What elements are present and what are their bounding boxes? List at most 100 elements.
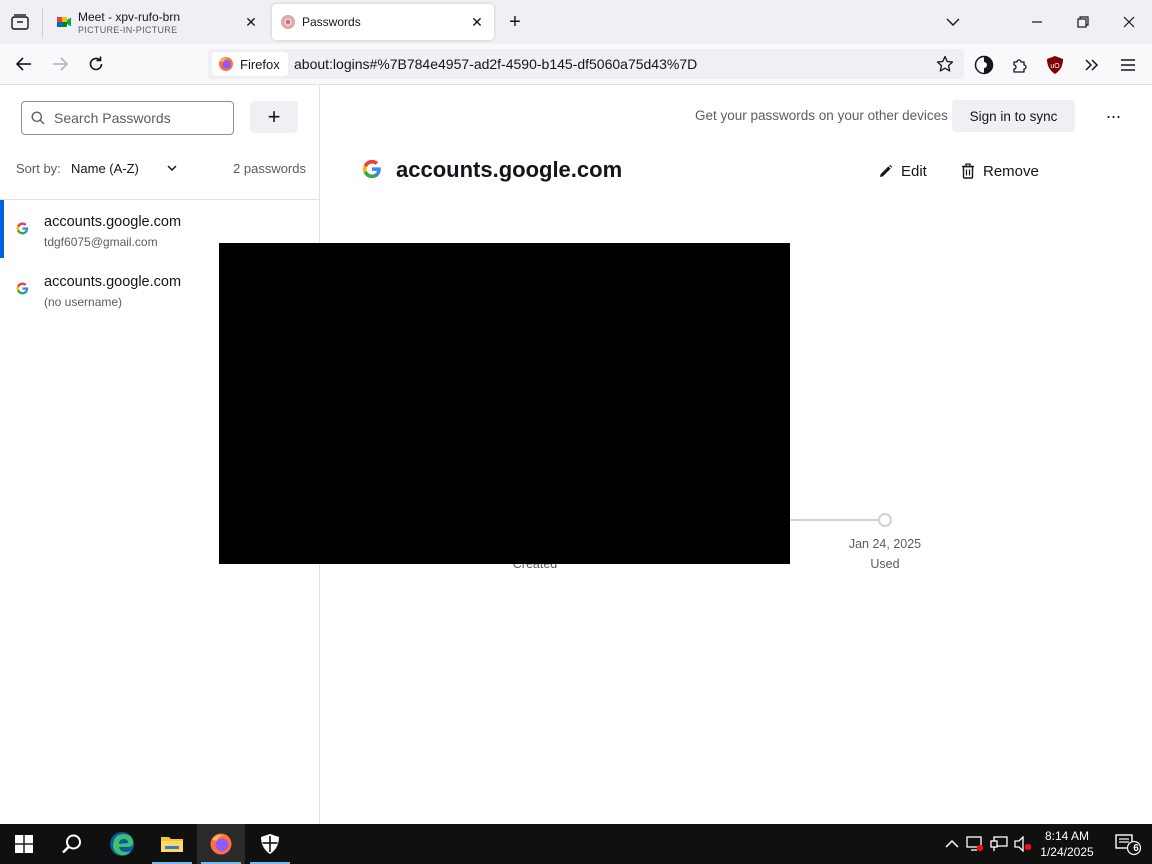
url-text[interactable]: about:logins#%7B784e4957-ad2f-4590-b145-…	[294, 56, 697, 72]
firefox-view-button[interactable]	[972, 53, 996, 77]
login-username: tdgf6075@gmail.com	[44, 235, 158, 249]
windows-logo-icon	[15, 835, 33, 853]
ublock-origin-button[interactable]: uO	[1043, 53, 1067, 77]
clock-date: 1/24/2025	[1040, 845, 1094, 859]
start-button[interactable]	[0, 824, 48, 864]
trash-icon	[962, 163, 974, 179]
pencil-icon	[880, 164, 893, 177]
windows-taskbar: 8:14 AM 1/24/2025 6	[0, 824, 1152, 864]
svg-text:uO: uO	[1050, 63, 1060, 70]
volume-icon[interactable]	[1013, 834, 1033, 854]
tab-list-chevron-icon[interactable]	[938, 8, 968, 36]
navigation-toolbar: Firefox about:logins#%7B784e4957-ad2f-45…	[0, 44, 1152, 85]
taskbar-windows-security[interactable]	[246, 824, 294, 864]
tab-passwords[interactable]: Passwords ✕	[272, 4, 494, 40]
url-bar[interactable]: Firefox about:logins#%7B784e4957-ad2f-45…	[208, 49, 964, 79]
tab-title: Meet - xpv-rufo-brn	[78, 10, 181, 24]
sort-row: Sort by: Name (A-Z) 2 passwords	[16, 160, 306, 178]
timeline-dot	[878, 513, 892, 527]
timeline-used-date: Jan 24, 2025	[848, 537, 922, 551]
back-button[interactable]	[10, 50, 38, 78]
reload-icon	[89, 56, 103, 71]
action-center-button[interactable]: 6	[1108, 824, 1148, 864]
minimize-icon	[1032, 21, 1042, 23]
firefox-logo-icon	[210, 833, 232, 855]
close-tab-icon[interactable]: ✕	[468, 13, 486, 31]
taskbar-firefox[interactable]	[197, 824, 245, 864]
clock-time: 8:14 AM	[1044, 829, 1090, 843]
ethernet-icon	[990, 836, 1008, 851]
picture-in-picture-window[interactable]	[219, 243, 790, 564]
create-login-button[interactable]: +	[250, 101, 298, 133]
search-input[interactable]	[54, 108, 224, 128]
search-icon	[62, 834, 81, 854]
tab-separator	[42, 8, 43, 38]
tray-app-icon[interactable]	[965, 834, 985, 854]
edit-button[interactable]: Edit	[878, 160, 927, 182]
notification-count: 6	[1133, 843, 1139, 854]
remove-button[interactable]: Remove	[961, 160, 1039, 182]
taskbar-search-button[interactable]	[48, 824, 96, 864]
taskbar-file-explorer[interactable]	[148, 824, 196, 864]
more-tools-button[interactable]	[1080, 53, 1104, 77]
folder-icon	[161, 837, 183, 852]
timeline-line	[790, 519, 878, 521]
system-clock[interactable]: 8:14 AM 1/24/2025	[1036, 828, 1098, 860]
app-menu-button[interactable]	[1116, 53, 1140, 77]
tab-subtitle: PICTURE-IN-PICTURE	[78, 25, 178, 35]
shield-icon	[261, 834, 279, 854]
back-arrow-icon	[15, 57, 31, 71]
google-icon	[362, 159, 381, 179]
puzzle-icon	[1013, 59, 1027, 73]
chevron-up-icon	[945, 839, 959, 848]
more-options-button[interactable]: ···	[1100, 103, 1126, 129]
forward-button[interactable]	[46, 50, 74, 78]
taskbar-edge[interactable]	[98, 824, 146, 864]
firefox-logo-icon	[219, 57, 233, 71]
login-title: accounts.google.com	[396, 157, 623, 182]
close-icon	[1123, 16, 1135, 28]
star-icon	[936, 55, 954, 72]
double-chevron-icon	[1085, 59, 1099, 71]
search-icon	[31, 111, 45, 125]
close-window-button[interactable]	[1114, 8, 1144, 36]
list-all-tabs-button[interactable]	[6, 9, 34, 35]
ublock-shield-icon: uO	[1047, 56, 1063, 74]
login-username: (no username)	[44, 295, 123, 309]
passwords-icon	[281, 15, 295, 29]
restore-button[interactable]	[1068, 8, 1098, 36]
account-sync-icon	[974, 55, 994, 75]
sort-label: Sort by:	[16, 161, 61, 176]
monitor-alert-icon	[966, 836, 984, 852]
new-tab-button[interactable]: +	[503, 10, 527, 34]
timeline-used-label: Used	[870, 557, 900, 571]
minimize-button[interactable]	[1022, 8, 1052, 36]
tab-title: Passwords	[302, 15, 361, 29]
edge-icon	[110, 832, 134, 856]
google-icon	[16, 282, 29, 295]
tab-meet[interactable]: Meet - xpv-rufo-brn PICTURE-IN-PICTURE ✕	[48, 4, 268, 40]
bookmark-star-button[interactable]	[934, 53, 956, 75]
sign-in-to-sync-button[interactable]: Sign in to sync	[952, 100, 1075, 132]
forward-arrow-icon	[53, 57, 69, 71]
remove-label: Remove	[983, 162, 1039, 180]
restore-icon	[1077, 16, 1089, 28]
show-hidden-icons-button[interactable]	[942, 834, 962, 854]
close-tab-icon[interactable]: ✕	[242, 13, 260, 31]
speaker-muted-icon	[1014, 836, 1032, 852]
reload-button[interactable]	[82, 50, 110, 78]
password-count: 2 passwords	[233, 161, 306, 176]
edit-label: Edit	[901, 162, 927, 180]
identity-box[interactable]: Firefox	[212, 52, 288, 76]
search-box[interactable]	[21, 101, 234, 135]
network-icon[interactable]	[989, 834, 1009, 854]
sort-select[interactable]: Name (A-Z)	[71, 161, 139, 176]
chevron-down-icon[interactable]	[166, 160, 178, 176]
tab-strip: Meet - xpv-rufo-brn PICTURE-IN-PICTURE ✕…	[0, 0, 1152, 44]
login-hostname: accounts.google.com	[44, 214, 182, 230]
hamburger-menu-icon	[1121, 59, 1135, 71]
google-meet-icon	[57, 17, 71, 27]
tab-manager-icon	[11, 14, 29, 30]
sync-message: Get your passwords on your other devices	[695, 108, 948, 123]
extensions-button[interactable]	[1008, 53, 1032, 77]
